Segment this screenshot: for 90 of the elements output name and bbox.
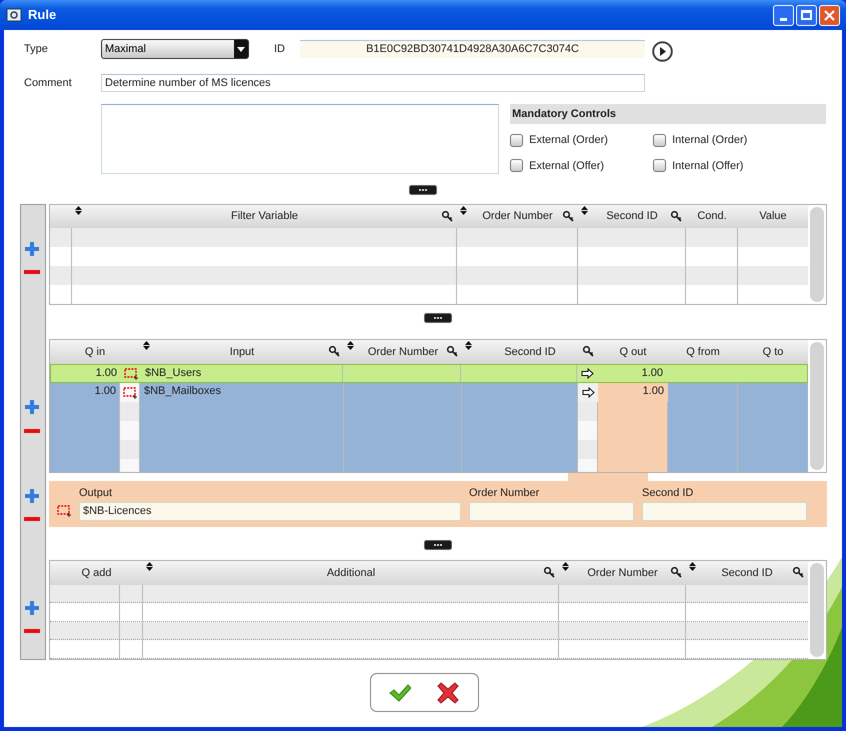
maximize-button[interactable]	[796, 4, 817, 26]
sort-icon[interactable]	[562, 562, 569, 571]
checkbox[interactable]	[510, 159, 524, 172]
scrollbar-thumb[interactable]	[810, 563, 824, 657]
checkbox-label: External (Offer)	[529, 158, 604, 174]
key-icon[interactable]	[793, 567, 804, 578]
column-header: Q from	[686, 344, 720, 360]
checkbox-label: External (Order)	[529, 133, 608, 148]
splitter-handle[interactable]	[409, 185, 437, 195]
mandatory-controls-header: Mandatory Controls	[510, 104, 826, 124]
input-row[interactable]: 1.00 $NB_Mailboxes 1.00	[50, 383, 808, 402]
plus-icon[interactable]	[25, 601, 39, 615]
variable-icon	[56, 505, 72, 517]
confirm-button[interactable]	[389, 684, 411, 702]
sort-icon[interactable]	[581, 206, 588, 215]
second-id-field[interactable]	[642, 502, 807, 520]
column-header: Additional	[326, 566, 376, 580]
column-header: Cond.	[697, 209, 727, 224]
input-row[interactable]: 1.00 $NB_Users 1.00	[50, 364, 808, 383]
checkbox[interactable]	[510, 134, 524, 147]
key-icon[interactable]	[671, 211, 682, 222]
plus-icon[interactable]	[25, 242, 39, 256]
key-icon[interactable]	[447, 346, 458, 357]
quantity-cell-text: 1.00	[94, 384, 117, 399]
scrollbar-thumb[interactable]	[810, 342, 824, 470]
sort-icon[interactable]	[347, 341, 354, 350]
minimize-button[interactable]	[773, 4, 794, 26]
column-header: Q out	[620, 344, 646, 360]
checkbox[interactable]	[653, 159, 666, 172]
key-icon[interactable]	[544, 567, 555, 578]
variable-icon	[124, 368, 138, 380]
output-field[interactable]: $NB-Licences	[79, 502, 461, 520]
plus-icon[interactable]	[25, 400, 39, 414]
key-icon[interactable]	[671, 567, 682, 578]
arrow-right-icon	[580, 368, 594, 379]
column-header: Order Number	[482, 209, 553, 224]
plus-icon[interactable]	[25, 489, 39, 503]
key-icon[interactable]	[442, 211, 453, 222]
key-icon[interactable]	[329, 346, 340, 357]
order-number-label: Order Number	[469, 486, 540, 500]
id-label: ID	[274, 42, 286, 57]
second-id-label: Second ID	[642, 486, 694, 500]
close-icon	[824, 10, 835, 20]
column-header: Filter Variable	[230, 209, 298, 224]
order-number-field[interactable]	[469, 502, 634, 520]
id-field[interactable]: B1E0C92BD30741D4928A30A6C7C3074C	[300, 40, 645, 58]
column-header: Order Number	[587, 566, 658, 580]
minimize-icon	[780, 18, 787, 20]
variable-icon	[122, 386, 138, 398]
column-header: Order Number	[368, 344, 438, 360]
cancel-button[interactable]	[437, 682, 459, 704]
splitter-handle[interactable]	[424, 540, 452, 550]
column-header: Q in	[84, 344, 106, 360]
splitter-handle[interactable]	[424, 313, 452, 323]
sort-icon[interactable]	[460, 206, 467, 215]
column-header: Q add	[82, 566, 112, 580]
checkbox-label: Internal (Offer)	[672, 158, 744, 174]
sort-icon[interactable]	[689, 562, 696, 571]
checkbox[interactable]	[653, 134, 666, 147]
maximize-icon	[801, 10, 812, 20]
close-button[interactable]	[819, 4, 840, 26]
column-header: Second ID	[606, 209, 658, 224]
sort-icon[interactable]	[143, 341, 150, 350]
input-cell: $NB_Mailboxes	[140, 383, 344, 402]
output-label: Output	[79, 486, 114, 500]
window-title: Rule	[28, 6, 56, 24]
column-header: Second ID	[721, 566, 773, 580]
sort-icon[interactable]	[75, 206, 82, 215]
column-header: Value	[759, 209, 787, 224]
key-icon[interactable]	[583, 346, 594, 357]
comment-field[interactable]: Determine number of MS licences	[101, 74, 645, 92]
comment-label: Comment	[23, 76, 73, 91]
arrow-right-icon	[582, 387, 594, 398]
play-button[interactable]	[652, 41, 673, 62]
scrollbar-thumb[interactable]	[810, 207, 824, 302]
column-header: Second ID	[504, 344, 556, 360]
dropdown-arrow-icon	[237, 46, 245, 52]
sort-icon[interactable]	[465, 341, 472, 350]
type-label: Type	[23, 42, 49, 57]
sort-icon[interactable]	[146, 562, 153, 571]
column-header: Q to	[762, 344, 784, 360]
type-dropdown[interactable]: Maximal	[101, 39, 249, 59]
quantity-cell-text: 1.00	[640, 366, 664, 381]
key-icon[interactable]	[563, 211, 574, 222]
quantity-cell-text: 1.00	[94, 366, 118, 381]
description-field[interactable]	[101, 104, 500, 174]
window-icon	[6, 7, 22, 23]
column-header: Input	[230, 344, 254, 360]
checkbox-label: Internal (Order)	[672, 133, 748, 148]
input-cell: $NB_Users	[141, 365, 343, 382]
